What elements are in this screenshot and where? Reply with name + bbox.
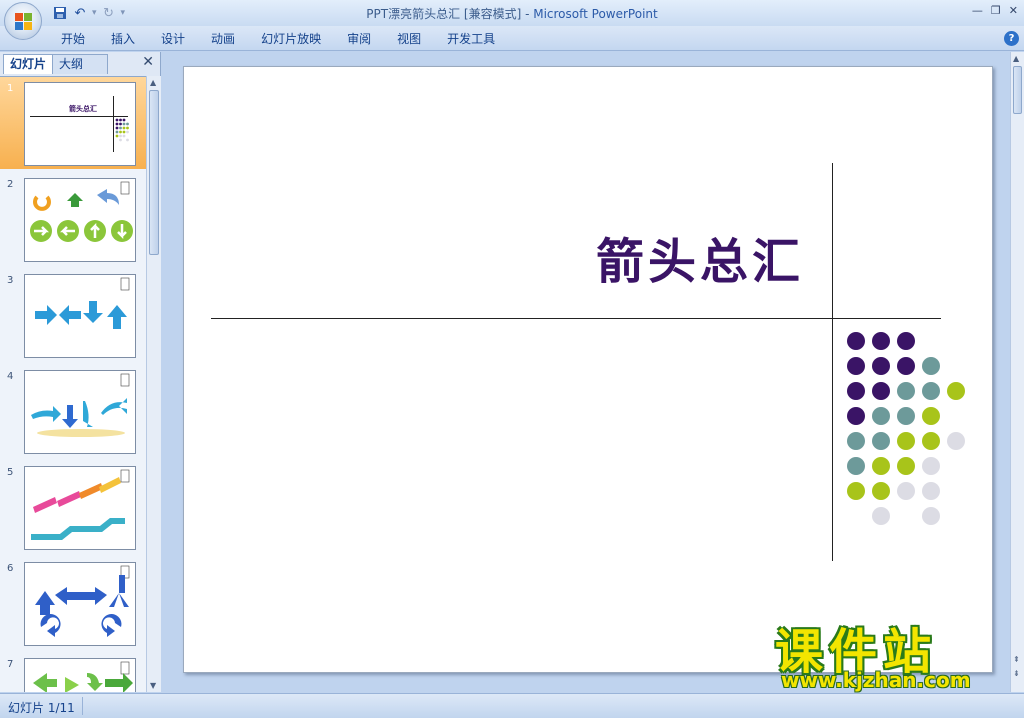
decorative-dot — [872, 382, 890, 400]
slide-thumbnail-7[interactable]: 7 — [0, 653, 146, 692]
vertical-rule — [832, 163, 833, 561]
thumbnail-preview — [24, 274, 136, 358]
decorative-dot — [847, 432, 865, 450]
panel-close-icon[interactable]: ✕ — [142, 54, 154, 70]
decorative-dot — [922, 457, 940, 475]
decorative-dot — [872, 507, 890, 525]
previous-slide-icon[interactable]: ⇞ — [1013, 655, 1020, 664]
slide-thumbnail-3[interactable]: 3 — [0, 269, 146, 361]
decorative-dot — [847, 407, 865, 425]
next-slide-icon[interactable]: ⇟ — [1013, 669, 1020, 678]
restore-icon[interactable]: ❐ — [991, 4, 1001, 17]
scroll-thumb[interactable] — [1013, 66, 1022, 114]
slide-thumbnail-6[interactable]: 6 — [0, 557, 146, 649]
main-scrollbar[interactable]: ▲ ⇞ ⇟ — [1010, 52, 1024, 692]
ribbon-tabs: 开始 插入 设计 动画 幻灯片放映 审阅 视图 开发工具 ? — [0, 26, 1024, 51]
slide-thumbnail-5[interactable]: 5 — [0, 461, 146, 553]
decorative-dot — [897, 432, 915, 450]
scroll-up-icon[interactable]: ▲ — [1013, 54, 1019, 63]
decorative-dot — [847, 482, 865, 500]
tab-slides[interactable]: 幻灯片 — [3, 54, 54, 74]
help-icon[interactable]: ? — [1004, 31, 1019, 46]
tab-home[interactable]: 开始 — [48, 31, 98, 47]
thumbnail-preview — [24, 466, 136, 550]
decorative-dot — [847, 357, 865, 375]
decorative-dot — [872, 357, 890, 375]
minimize-icon[interactable]: — — [972, 4, 983, 17]
decorative-dot — [897, 482, 915, 500]
decorative-dot — [897, 382, 915, 400]
slide-title[interactable]: 箭头总汇 — [184, 222, 804, 292]
tab-view[interactable]: 视图 — [384, 31, 434, 47]
decorative-dot — [922, 357, 940, 375]
tab-outline[interactable]: 大纲 — [52, 54, 108, 74]
slide-thumbnail-list: 1 箭头总汇 2 3 4 5 6 7 — [0, 76, 146, 692]
horizontal-rule — [211, 318, 941, 319]
thumbnail-number: 2 — [7, 179, 14, 190]
slide-thumbnail-1[interactable]: 1 箭头总汇 — [0, 77, 146, 169]
slide-canvas[interactable]: 箭头总汇 — [183, 66, 993, 673]
panel-tabs: 幻灯片 大纲 — [0, 54, 161, 74]
tab-animation[interactable]: 动画 — [198, 31, 248, 47]
slide-thumbnail-4[interactable]: 4 — [0, 365, 146, 457]
tab-insert[interactable]: 插入 — [98, 31, 148, 47]
decorative-dot — [872, 457, 890, 475]
scroll-up-icon[interactable]: ▲ — [150, 78, 156, 87]
thumbnail-scrollbar[interactable]: ▲ ▼ — [146, 76, 161, 692]
slide-editing-area: 箭头总汇 — [165, 52, 1010, 692]
watermark-url: www.kjzhan.com — [781, 668, 971, 692]
decorative-dot — [872, 432, 890, 450]
tab-review[interactable]: 审阅 — [334, 31, 384, 47]
slide-counter: 幻灯片 1/11 — [8, 701, 75, 715]
thumbnail-number: 5 — [7, 467, 14, 478]
tab-developer[interactable]: 开发工具 — [434, 31, 508, 47]
decorative-dot — [922, 432, 940, 450]
status-divider — [82, 697, 83, 715]
thumbnail-preview — [24, 562, 136, 646]
window-controls: — ❐ ✕ — [972, 4, 1018, 17]
thumbnail-preview — [24, 178, 136, 262]
decorative-dot — [872, 407, 890, 425]
thumbnail-preview: 箭头总汇 — [24, 82, 136, 166]
scroll-thumb[interactable] — [149, 90, 159, 255]
decorative-dot — [847, 457, 865, 475]
decorative-dot — [897, 457, 915, 475]
thumbnail-number: 7 — [7, 659, 14, 670]
thumbnail-preview — [24, 370, 136, 454]
ribbon-tab-list: 开始 插入 设计 动画 幻灯片放映 审阅 视图 开发工具 — [48, 31, 508, 47]
decorative-dot — [922, 507, 940, 525]
slides-panel: 幻灯片 大纲 ✕ 1 箭头总汇 2 3 4 5 6 7 ▲ ▼ — [0, 52, 161, 692]
thumbnail-number: 4 — [7, 371, 14, 382]
decorative-dot — [897, 332, 915, 350]
thumbnail-number: 6 — [7, 563, 14, 574]
thumbnail-caption: 箭头总汇 — [69, 104, 97, 113]
thumbnail-preview — [24, 658, 136, 692]
scroll-down-icon[interactable]: ▼ — [150, 681, 156, 690]
decorative-dot — [872, 482, 890, 500]
thumbnail-number: 3 — [7, 275, 14, 286]
decorative-dot — [872, 332, 890, 350]
decorative-dot — [922, 482, 940, 500]
decorative-dot — [897, 357, 915, 375]
decorative-dot — [947, 432, 965, 450]
decorative-dot — [847, 382, 865, 400]
decorative-dot — [897, 407, 915, 425]
decorative-dot — [922, 382, 940, 400]
tab-design[interactable]: 设计 — [148, 31, 198, 47]
decorative-dot — [922, 407, 940, 425]
slide-thumbnail-2[interactable]: 2 — [0, 173, 146, 265]
window-title: PPT漂亮箭头总汇 [兼容模式] - Microsoft PowerPoint — [366, 7, 658, 21]
office-logo-icon — [15, 13, 33, 31]
status-bar: 幻灯片 1/11 — [0, 693, 1024, 718]
thumbnail-number: 1 — [7, 83, 14, 94]
close-icon[interactable]: ✕ — [1009, 4, 1018, 17]
decorative-dot — [847, 332, 865, 350]
decorative-dot — [947, 382, 965, 400]
title-bar: ↶ ▾ ↻ ▾ PPT漂亮箭头总汇 [兼容模式] - Microsoft Pow… — [0, 0, 1024, 26]
watermark: 课件站 www.kjzhan.com — [775, 612, 1010, 692]
office-button[interactable] — [4, 2, 42, 40]
tab-slideshow[interactable]: 幻灯片放映 — [248, 31, 334, 47]
